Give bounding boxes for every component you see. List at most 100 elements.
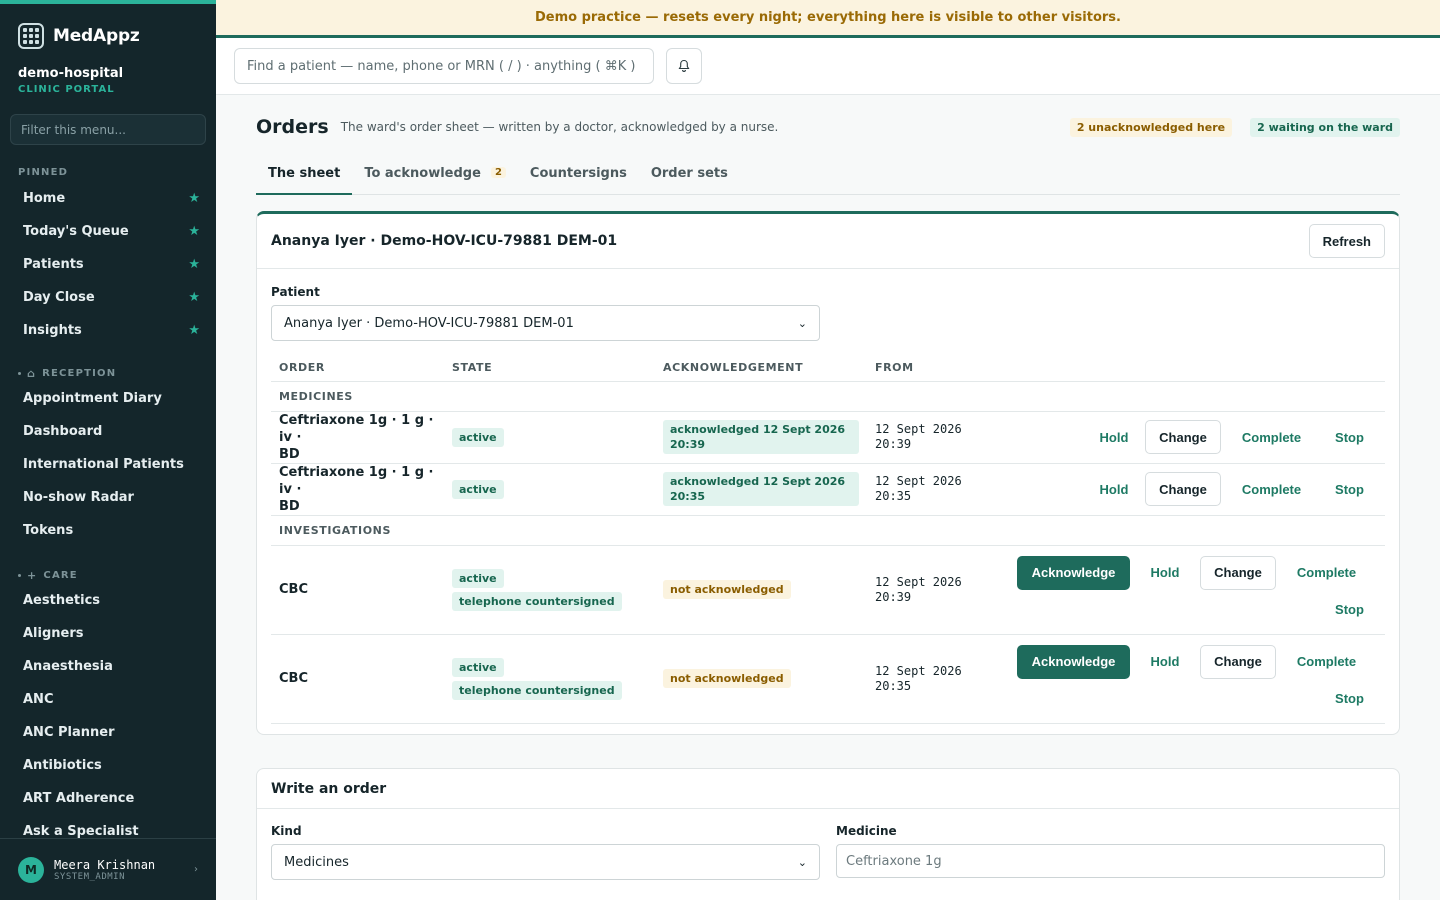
order-name: CBC — [279, 671, 308, 686]
nav-label: Appointment Diary — [23, 391, 162, 406]
nav-item-antibiotics[interactable]: Antibiotics — [0, 749, 216, 782]
complete-button[interactable]: Complete — [1276, 565, 1377, 580]
nav-item-anc[interactable]: ANC — [0, 683, 216, 716]
section-label-text: RECEPTION — [42, 368, 117, 379]
table-row: Ceftriaxone 1g · 1 g · iv · BD active ack… — [271, 463, 1385, 516]
star-icon[interactable]: ★ — [188, 290, 200, 305]
nav-item-anaesthesia[interactable]: Anaesthesia — [0, 650, 216, 683]
hold-button[interactable]: Hold — [1130, 654, 1200, 669]
group-label: INVESTIGATIONS — [271, 515, 1385, 546]
tab-label: Order sets — [650, 166, 728, 181]
kind-select[interactable]: Medicines ⌄ — [271, 844, 820, 880]
nav-item-no-show-radar[interactable]: No-show Radar — [0, 481, 216, 514]
patient-select[interactable]: Ananya Iyer · Demo-HOV-ICU-79881 DEM-01 … — [271, 305, 820, 341]
page-description: The ward's order sheet — written by a do… — [340, 120, 779, 134]
change-button[interactable]: Change — [1200, 555, 1276, 590]
write-order-form: Kind Medicines ⌄ Medicine Ceftriaxone 1g — [257, 809, 1399, 880]
change-button[interactable]: Change — [1145, 472, 1221, 506]
kind-label: Kind — [271, 824, 302, 838]
order-name: Ceftriaxone 1g · 1 g · iv · BD — [279, 464, 434, 514]
medicine-input[interactable]: Ceftriaxone 1g — [836, 844, 1385, 878]
nav-item-dashboard[interactable]: Dashboard — [0, 415, 216, 448]
star-icon[interactable]: ★ — [188, 191, 200, 206]
star-icon[interactable]: ★ — [188, 224, 200, 239]
nav-item-day-close[interactable]: Day Close ★ — [0, 281, 216, 314]
stop-button[interactable]: Stop — [1322, 685, 1377, 713]
column-header-order: ORDER — [271, 355, 444, 382]
hold-button[interactable]: Hold — [1083, 482, 1145, 497]
state-badge: active — [452, 568, 504, 588]
star-icon[interactable]: ★ — [188, 323, 200, 338]
menu-filter-input[interactable]: Filter this menu... — [10, 114, 206, 145]
refresh-button[interactable]: Refresh — [1308, 224, 1385, 258]
order-sheet-body: Patient Ananya Iyer · Demo-HOV-ICU-79881… — [257, 269, 1399, 738]
complete-button[interactable]: Complete — [1221, 482, 1322, 497]
sidebar: MedAppz demo-hospital CLINIC PORTAL Filt… — [0, 0, 216, 900]
complete-button[interactable]: Complete — [1221, 430, 1322, 445]
care-section-toggle[interactable]: + CARE — [0, 569, 216, 582]
notifications-button[interactable] — [666, 48, 702, 84]
page-title: Orders — [256, 116, 329, 138]
user-menu[interactable]: M Meera Krishnan SYSTEM_ADMIN › — [0, 838, 216, 900]
waiting-badge: 2 waiting on the ward — [1250, 117, 1400, 137]
complete-button[interactable]: Complete — [1276, 654, 1377, 669]
hold-button[interactable]: Hold — [1083, 430, 1145, 445]
acknowledge-button[interactable]: Acknowledge — [1017, 644, 1130, 679]
tab-the-sheet[interactable]: The sheet — [256, 162, 353, 195]
nav-item-aligners[interactable]: Aligners — [0, 617, 216, 650]
stop-button[interactable]: Stop — [1322, 430, 1377, 445]
nav-label: International Patients — [23, 457, 184, 472]
nav-item-art-adherence[interactable]: ART Adherence — [0, 782, 216, 815]
nav-label: Home — [23, 191, 66, 206]
nav-item-insights[interactable]: Insights ★ — [0, 314, 216, 347]
nav-item-anc-planner[interactable]: ANC Planner — [0, 716, 216, 749]
chevron-down-icon: ⌄ — [797, 316, 807, 330]
collapse-dot-icon — [18, 372, 21, 375]
chevron-right-icon: › — [194, 864, 198, 875]
portal-name: CLINIC PORTAL — [18, 84, 115, 95]
nav-label: Patients — [23, 257, 84, 272]
reception-list: Appointment Diary Dashboard Internationa… — [0, 382, 216, 547]
stop-button[interactable]: Stop — [1322, 596, 1377, 624]
unacknowledged-badge: 2 unacknowledged here — [1069, 117, 1233, 137]
hold-button[interactable]: Hold — [1130, 565, 1200, 580]
from-timestamp: 12 Sept 2026 20:35 — [875, 663, 962, 693]
nav-label: Anaesthesia — [23, 659, 113, 674]
state-badge: active — [452, 479, 504, 499]
acknowledgement-badge: acknowledged 12 Sept 2026 20:35 — [663, 472, 859, 506]
from-timestamp: 12 Sept 2026 20:39 — [875, 574, 962, 604]
acknowledge-button[interactable]: Acknowledge — [1017, 555, 1130, 590]
nav-label: ART Adherence — [23, 791, 135, 806]
patient-search-input[interactable]: Find a patient — name, phone or MRN ( / … — [234, 48, 654, 84]
orders-table: ORDER STATE ACKNOWLEDGEMENT FROM MEDICIN… — [271, 355, 1385, 724]
group-row-medicines: MEDICINES — [271, 381, 1385, 412]
org-switcher[interactable]: demo-hospital CLINIC PORTAL — [0, 54, 216, 95]
nav-item-home[interactable]: Home ★ — [0, 182, 216, 215]
tab-to-acknowledge[interactable]: To acknowledge 2 — [352, 162, 518, 195]
reception-section-toggle[interactable]: ⌂ RECEPTION — [0, 367, 216, 380]
row-actions: Acknowledge Hold Change Complete Stop — [1005, 555, 1377, 624]
star-icon[interactable]: ★ — [188, 257, 200, 272]
change-button[interactable]: Change — [1145, 420, 1221, 454]
change-button[interactable]: Change — [1200, 644, 1276, 679]
nav-item-international-patients[interactable]: International Patients — [0, 448, 216, 481]
tab-countersigns[interactable]: Countersigns — [518, 162, 639, 195]
table-header-row: ORDER STATE ACKNOWLEDGEMENT FROM — [271, 355, 1385, 382]
nav-item-patients[interactable]: Patients ★ — [0, 248, 216, 281]
section-label-text: CARE — [43, 570, 78, 581]
medicine-label: Medicine — [836, 824, 897, 838]
stop-button[interactable]: Stop — [1322, 482, 1377, 497]
nav-item-appointment-diary[interactable]: Appointment Diary — [0, 382, 216, 415]
countersign-badge: telephone countersigned — [452, 591, 622, 611]
nav-item-todays-queue[interactable]: Today's Queue ★ — [0, 215, 216, 248]
chevron-down-icon: ⌄ — [797, 855, 807, 869]
brand[interactable]: MedAppz — [0, 4, 216, 54]
home-icon: ⌂ — [27, 367, 37, 380]
nav-item-aesthetics[interactable]: Aesthetics — [0, 584, 216, 617]
avatar: M — [18, 856, 44, 883]
tab-label: To acknowledge — [364, 166, 481, 181]
write-order-title: Write an order — [271, 780, 387, 797]
nav-item-tokens[interactable]: Tokens — [0, 514, 216, 547]
tab-order-sets[interactable]: Order sets — [639, 162, 740, 195]
kind-field: Kind Medicines ⌄ — [271, 824, 820, 880]
